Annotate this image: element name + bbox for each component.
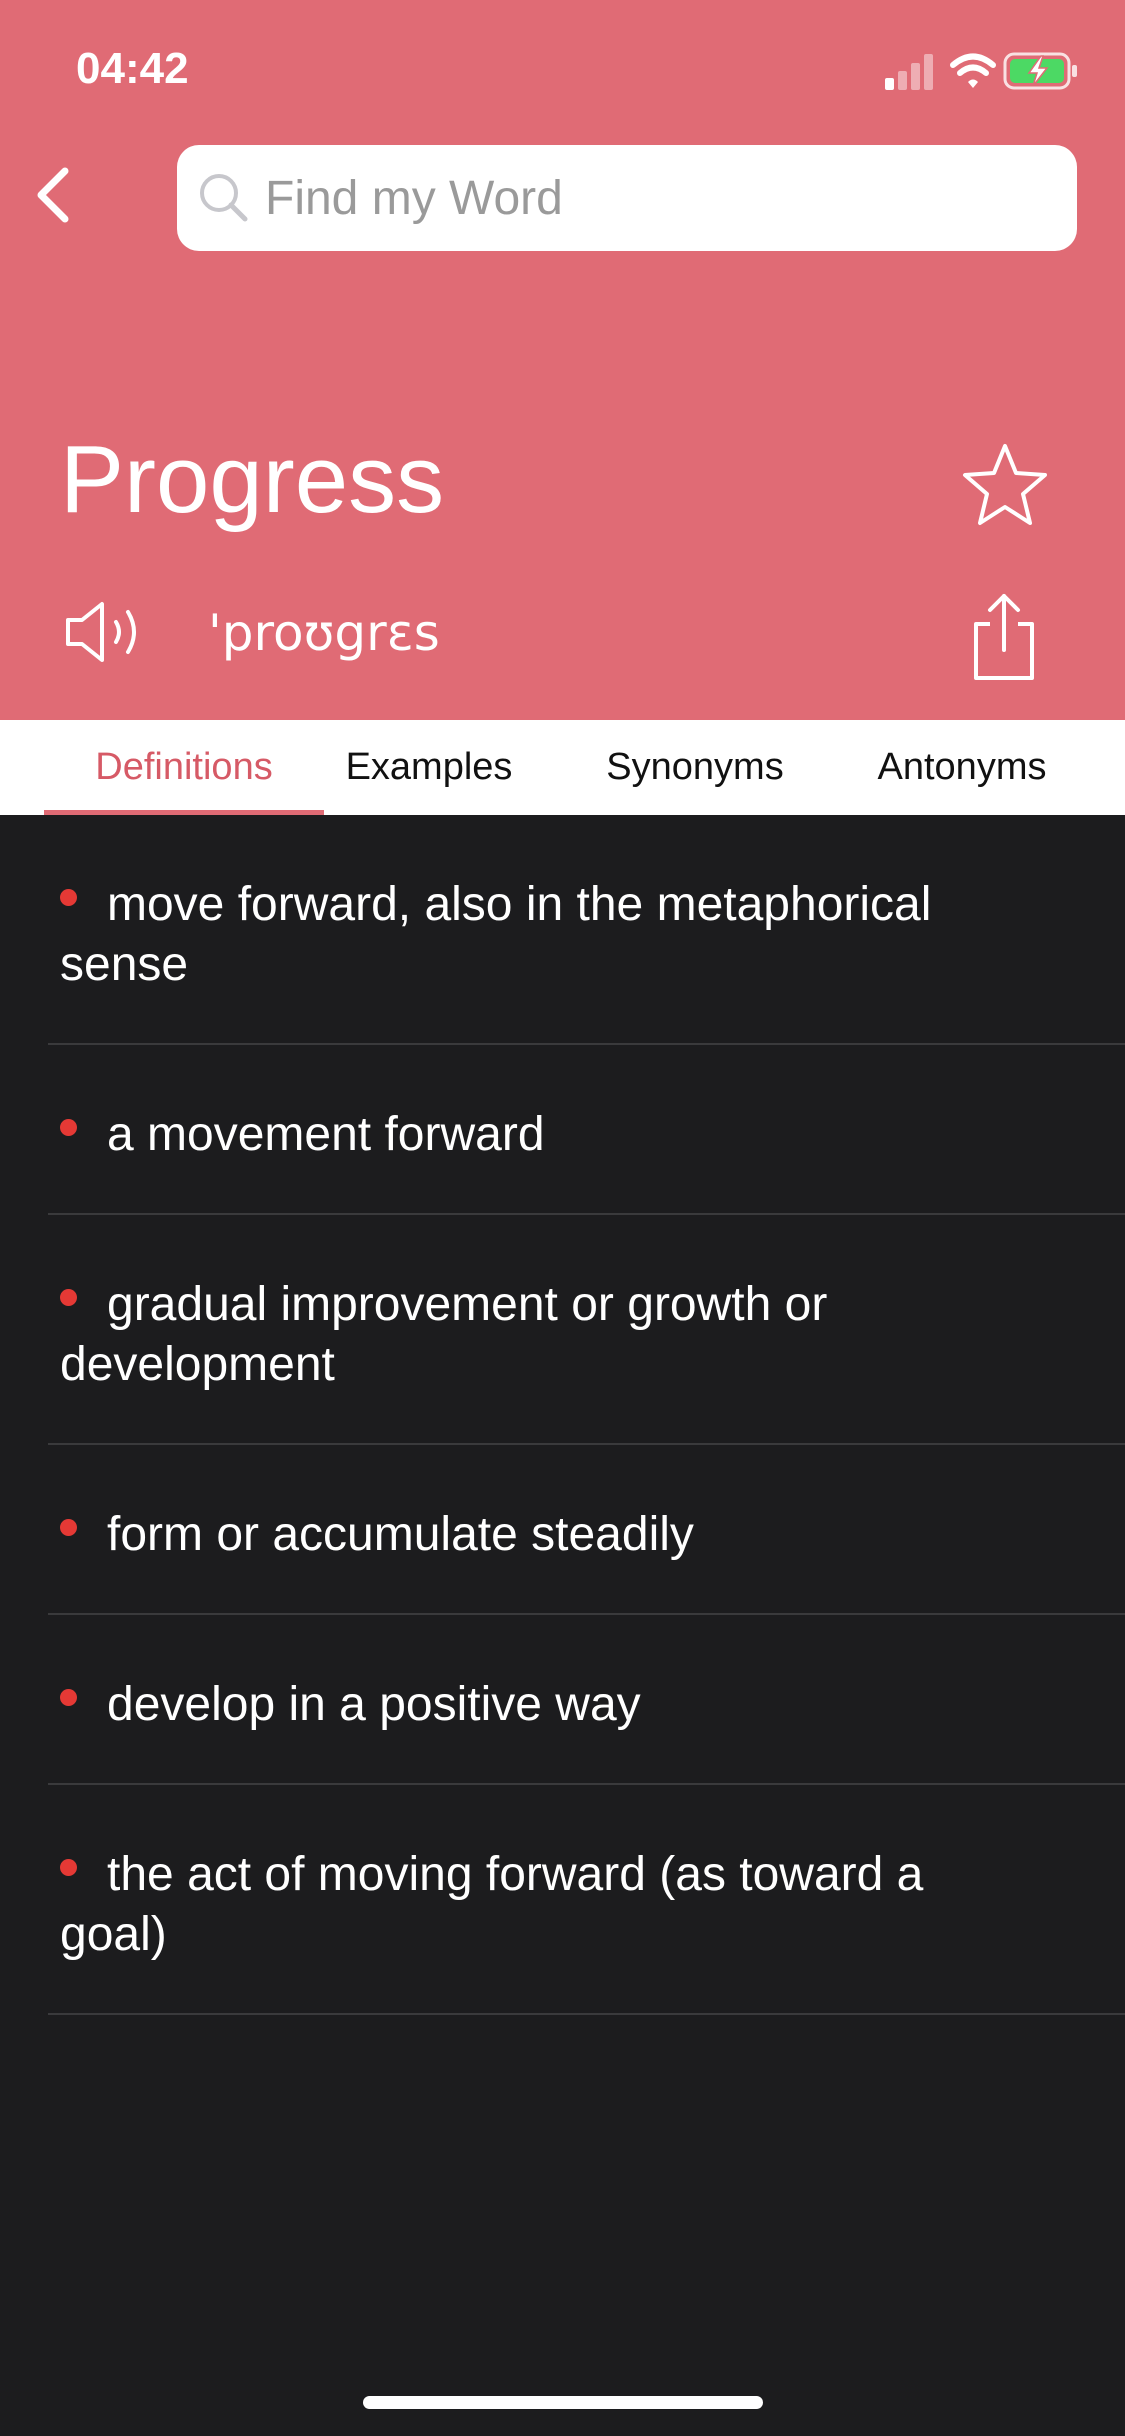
- bullet-dot: [60, 1288, 77, 1306]
- bullet-dot: [60, 1518, 77, 1536]
- search-icon: [200, 174, 248, 222]
- bullet-dot: [60, 1858, 77, 1876]
- home-indicator[interactable]: [363, 2396, 763, 2409]
- definition-text: form or accumulate steadily: [107, 1508, 694, 1561]
- definition-text: the act of moving forward (as toward a g…: [60, 1848, 924, 1961]
- definition-text: gradual improvement or growth or develop…: [60, 1278, 828, 1391]
- pronounce-button[interactable]: [62, 596, 146, 668]
- header: [0, 0, 1125, 720]
- favorite-button[interactable]: [960, 440, 1050, 530]
- phonetic-text: 'proʊgrɛs: [208, 604, 440, 662]
- speaker-icon: [66, 602, 136, 662]
- definition-item: form or accumulate steadily: [0, 1445, 1125, 1615]
- share-icon: [974, 594, 1034, 680]
- status-icons: [883, 46, 1083, 96]
- definition-text: develop in a positive way: [107, 1678, 641, 1731]
- bullet-dot: [60, 888, 77, 906]
- bullet-dot: [60, 1688, 77, 1706]
- back-arrow-icon: [37, 167, 69, 223]
- definition-text: a movement forward: [107, 1108, 545, 1161]
- tab-antonyms[interactable]: Antonyms: [852, 720, 1072, 815]
- back-button[interactable]: [18, 160, 88, 230]
- word-title: Progress: [60, 426, 445, 533]
- tab-synonyms[interactable]: Synonyms: [580, 720, 810, 815]
- tab-definitions[interactable]: Definitions: [44, 720, 324, 815]
- star-icon: [963, 444, 1047, 525]
- definition-item: the act of moving forward (as toward a g…: [0, 1785, 1125, 2015]
- tab-examples[interactable]: Examples: [320, 720, 538, 815]
- definition-text: move forward, also in the metaphorical s…: [60, 878, 932, 991]
- search-input[interactable]: [265, 158, 1045, 238]
- definitions-list: move forward, also in the metaphorical s…: [0, 815, 1125, 2015]
- definition-item: move forward, also in the metaphorical s…: [0, 815, 1125, 1045]
- status-time: 04:42: [76, 44, 189, 93]
- definition-item: a movement forward: [0, 1045, 1125, 1215]
- definition-item: develop in a positive way: [0, 1615, 1125, 1785]
- battery-charging-icon: [1003, 52, 1077, 90]
- search-box[interactable]: [177, 145, 1077, 251]
- share-button[interactable]: [966, 590, 1042, 686]
- definition-item: gradual improvement or growth or develop…: [0, 1215, 1125, 1445]
- wifi-icon: [950, 53, 996, 88]
- tab-bar: Definitions Examples Synonyms Antonyms: [0, 720, 1125, 815]
- signal-icon: [885, 54, 933, 90]
- bullet-dot: [60, 1118, 77, 1136]
